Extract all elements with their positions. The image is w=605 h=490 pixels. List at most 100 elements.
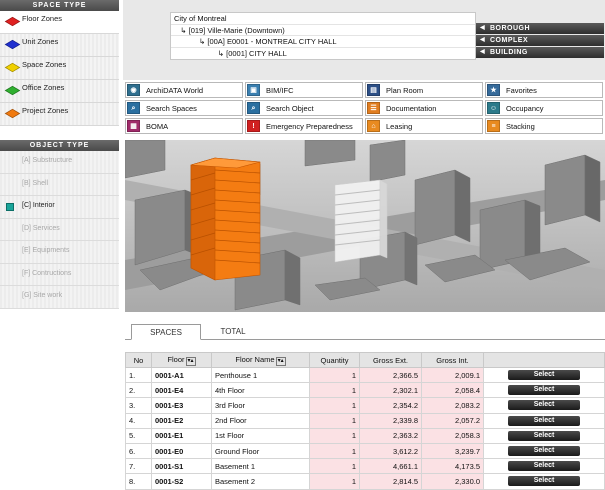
- complex-button[interactable]: COMPLEX: [476, 35, 604, 46]
- floor-name: Basement 2: [211, 473, 310, 490]
- breadcrumb-building[interactable]: ↳ [0001] CITY HALL: [171, 48, 475, 60]
- zone-office[interactable]: Office Zones: [0, 80, 119, 103]
- zone-project[interactable]: Project Zones: [0, 103, 119, 126]
- module-documentation[interactable]: ☰ Documentation: [365, 100, 483, 116]
- module-label: BOMA: [146, 122, 169, 131]
- action-cell: Select: [483, 442, 605, 460]
- module-occupancy[interactable]: ☺ Occupancy: [485, 100, 603, 116]
- table-row[interactable]: 1. 0001-A1 Penthouse 1 1 2,366.5 2,009.1 Selec…: [125, 366, 605, 384]
- action-cell: Select: [483, 427, 605, 444]
- floor-name: 3rd Floor: [211, 397, 310, 414]
- sidebar: SPACE TYPE Floor Zones Unit Zones Space …: [0, 0, 119, 489]
- object-site-work[interactable]: [G] Site work: [0, 286, 119, 309]
- breadcrumb-complex[interactable]: ↳ [00A] E0001 - MONTREAL CITY HALL: [171, 36, 475, 48]
- table-row[interactable]: 3. 0001-E3 3rd Floor 1 2,354.2 2,083.2 Select: [125, 397, 605, 414]
- zone-space[interactable]: Space Zones: [0, 57, 119, 80]
- row-number: 7.: [125, 458, 152, 475]
- col-floor[interactable]: Floor ▾▴: [151, 352, 212, 368]
- module-bim-ifc[interactable]: ▣ BIM/IFC: [245, 82, 363, 98]
- object-interior[interactable]: [C] Interior: [0, 196, 119, 219]
- search-icon: ⌕: [127, 102, 140, 114]
- spaces-table: No Floor ▾▴ Floor Name ▾▴ Quantity Gross E…: [125, 352, 605, 490]
- select-button[interactable]: Select: [508, 415, 580, 426]
- table-row[interactable]: 5. 0001-E1 1st Floor 1 2,363.2 2,058.3 Select: [125, 427, 605, 444]
- select-button[interactable]: Select: [508, 385, 580, 396]
- select-button[interactable]: Select: [508, 430, 580, 441]
- module-label: Stacking: [506, 122, 535, 131]
- table-row[interactable]: 4. 0001-E2 2nd Floor 1 2,339.8 2,057.2 Select: [125, 412, 605, 429]
- module-stacking[interactable]: ≡ Stacking: [485, 118, 603, 134]
- gross-ext-cell: 2,366.5: [359, 366, 422, 384]
- tab-total[interactable]: TOTAL: [203, 324, 263, 340]
- table-row[interactable]: 2. 0001-E4 4th Floor 1 2,302.1 2,058.4 Select: [125, 382, 605, 399]
- breadcrumb: City of Montreal ↳ [019] Ville-Marie (Do…: [170, 12, 476, 60]
- module-emergency-preparedness[interactable]: ! Emergency Preparedness: [245, 118, 363, 134]
- zone-floor[interactable]: Floor Zones: [0, 11, 119, 34]
- module-label: Documentation: [386, 104, 437, 113]
- action-cell: Select: [483, 397, 605, 414]
- object-equipments[interactable]: [E] Equipments: [0, 241, 119, 264]
- gross-ext-cell: 2,354.2: [359, 397, 422, 414]
- select-button[interactable]: Select: [508, 476, 580, 487]
- zone-label: Floor Zones: [22, 14, 63, 23]
- zone-label: Unit Zones: [22, 37, 59, 46]
- gross-ext-cell: 2,339.8: [359, 412, 422, 429]
- table-header-row: No Floor ▾▴ Floor Name ▾▴ Quantity Gross E…: [125, 352, 605, 368]
- gross-ext-cell: 4,661.1: [359, 458, 422, 475]
- module-archidata-world[interactable]: ◉ ArchiDATA World: [125, 82, 243, 98]
- gross-int-cell: 2,058.3: [421, 427, 484, 444]
- select-button[interactable]: Select: [508, 446, 580, 457]
- gross-int-cell: 2,058.4: [421, 382, 484, 399]
- quantity-cell: 1: [309, 382, 360, 399]
- table-row[interactable]: 6. 0001-E0 Ground Floor 1 3,612.2 3,239.7 Sele…: [125, 442, 605, 460]
- city-3d-view[interactable]: [125, 140, 605, 312]
- object-label: [B] Shell: [22, 179, 49, 187]
- quantity-cell: 1: [309, 473, 360, 490]
- module-leasing[interactable]: ⌂ Leasing: [365, 118, 483, 134]
- floor-name: Ground Floor: [211, 442, 310, 460]
- module-search-spaces[interactable]: ⌕ Search Spaces: [125, 100, 243, 116]
- object-contructions[interactable]: [F] Contructions: [0, 263, 119, 286]
- space-zone-icon: [4, 64, 19, 73]
- warning-icon: !: [247, 120, 260, 132]
- module-boma[interactable]: ▦ BOMA: [125, 118, 243, 134]
- building-button[interactable]: BUILDING: [476, 47, 604, 58]
- city-3d-render: [125, 140, 605, 312]
- breadcrumb-city[interactable]: City of Montreal: [171, 13, 475, 25]
- object-services[interactable]: [D] Services: [0, 218, 119, 241]
- select-button[interactable]: Select: [508, 370, 580, 381]
- zone-label: Space Zones: [22, 60, 67, 69]
- floor-code: 0001-E2: [151, 412, 212, 429]
- leasing-icon: ⌂: [367, 120, 380, 132]
- breadcrumb-borough[interactable]: ↳ [019] Ville-Marie (Downtown): [171, 25, 475, 36]
- module-label: Search Object: [266, 104, 314, 113]
- object-label: [F] Contructions: [22, 269, 72, 277]
- object-shell[interactable]: [B] Shell: [0, 173, 119, 196]
- tab-spaces[interactable]: SPACES: [131, 324, 201, 340]
- borough-button[interactable]: BOROUGH: [476, 23, 604, 34]
- module-favorites[interactable]: ★ Favorites: [485, 82, 603, 98]
- sort-icon[interactable]: ▾▴: [185, 356, 196, 366]
- select-button[interactable]: Select: [508, 461, 580, 472]
- object-label: [D] Services: [22, 224, 60, 232]
- module-label: Leasing: [386, 122, 413, 131]
- gross-int-cell: 4,173.5: [421, 458, 484, 475]
- gross-ext-cell: 3,612.2: [359, 442, 422, 460]
- zone-label: Project Zones: [22, 106, 69, 115]
- select-button[interactable]: Select: [508, 400, 580, 411]
- table-row[interactable]: 8. 0001-S2 Basement 2 1 2,814.5 2,330.0 Select: [125, 473, 605, 490]
- object-substructure[interactable]: [A] Substructure: [0, 151, 119, 174]
- zone-unit[interactable]: Unit Zones: [0, 34, 119, 57]
- module-plan-room[interactable]: ▤ Plan Room: [365, 82, 483, 98]
- module-search-object[interactable]: ⌕ Search Object: [245, 100, 363, 116]
- action-cell: Select: [483, 382, 605, 399]
- floor-code: 0001-S1: [151, 458, 212, 475]
- col-floor-name[interactable]: Floor Name ▾▴: [211, 352, 310, 368]
- row-number: 6.: [125, 442, 152, 460]
- quantity-cell: 1: [309, 366, 360, 384]
- action-cell: Select: [483, 458, 605, 475]
- sort-icon[interactable]: ▾▴: [275, 356, 286, 366]
- quantity-cell: 1: [309, 412, 360, 429]
- table-row[interactable]: 7. 0001-S1 Basement 1 1 4,661.1 4,173.5 Select: [125, 458, 605, 475]
- col-floor-label: Floor: [167, 354, 185, 364]
